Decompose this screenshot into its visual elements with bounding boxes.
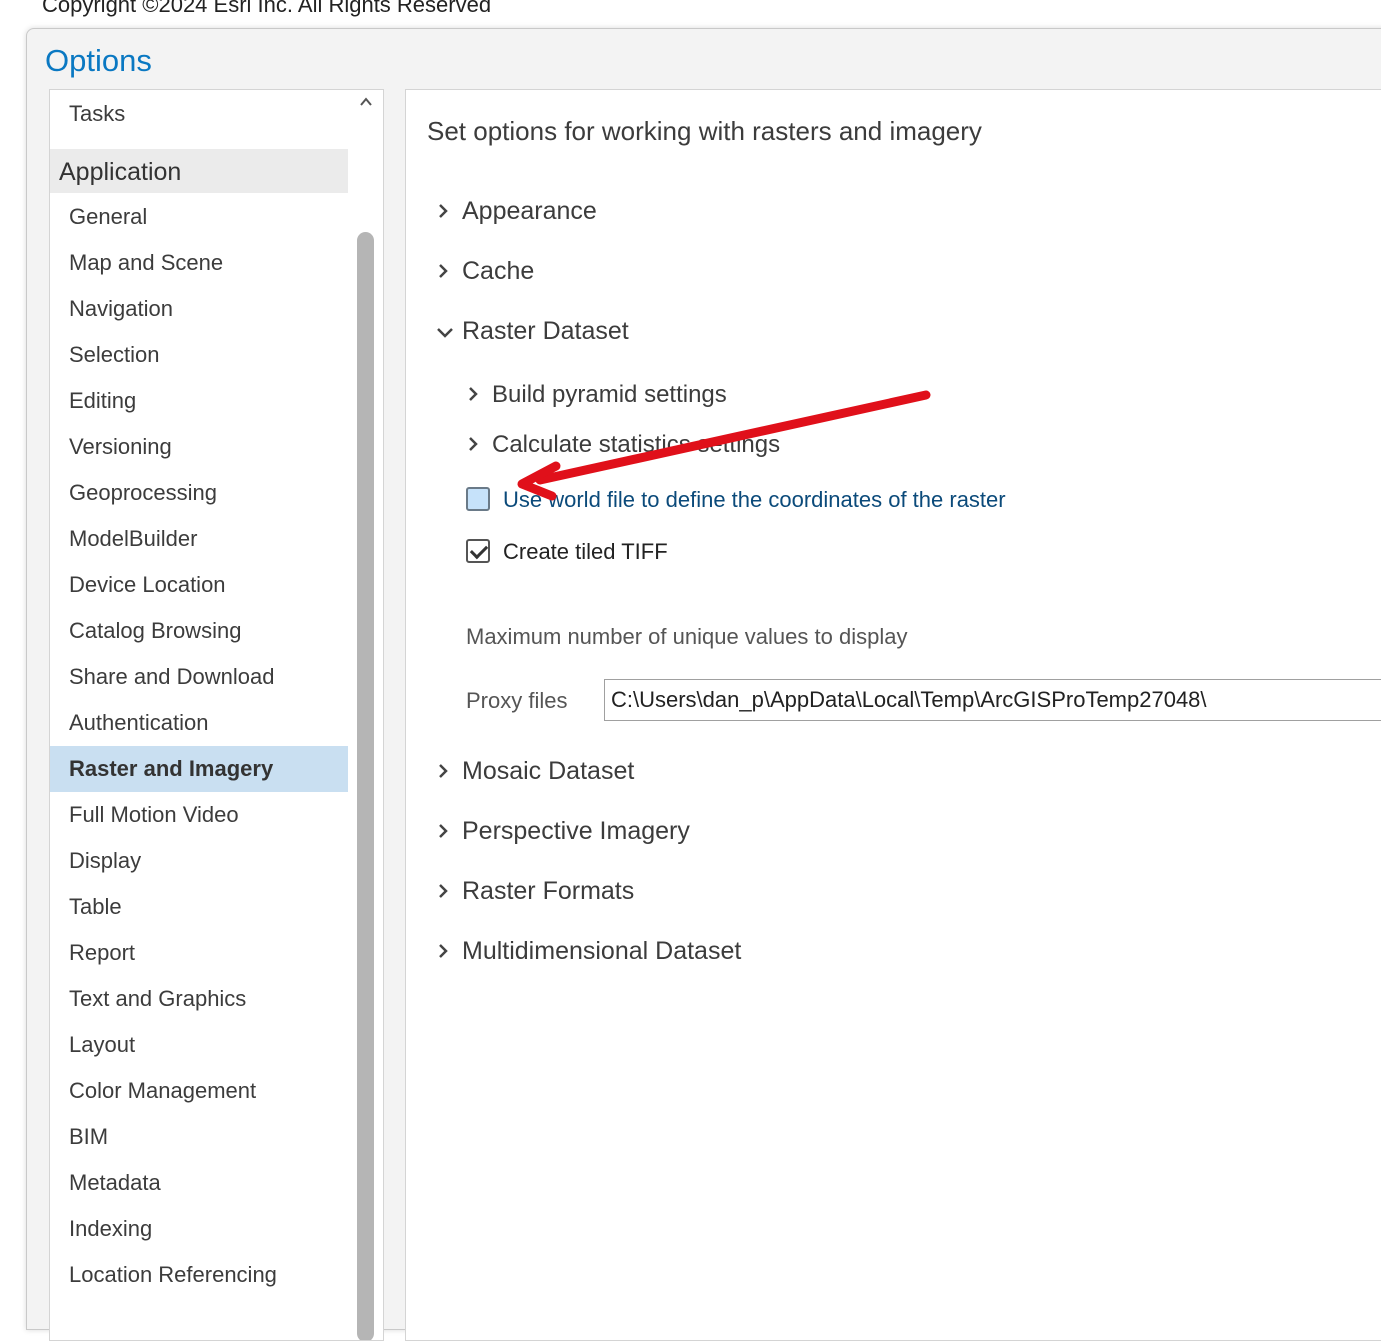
- sidebar-item-geoprocessing[interactable]: Geoprocessing: [50, 470, 348, 516]
- chevron-up-icon[interactable]: [356, 94, 376, 114]
- tiled-tiff-option[interactable]: Create tiled TIFF: [466, 537, 668, 567]
- section-raster-dataset[interactable]: Raster Dataset: [436, 314, 629, 348]
- tiled-tiff-checkbox[interactable]: [466, 539, 490, 564]
- options-sidebar: Tasks Application General Map and Scene …: [49, 89, 384, 1341]
- section-mosaic-dataset[interactable]: Mosaic Dataset: [436, 754, 634, 788]
- sidebar-item-selection[interactable]: Selection: [50, 332, 348, 378]
- max-unique-values-label: Maximum number of unique values to displ…: [466, 624, 908, 649]
- sidebar-item-table[interactable]: Table: [50, 884, 348, 930]
- sidebar-item-versioning[interactable]: Versioning: [50, 424, 348, 470]
- sidebar-item-display[interactable]: Display: [50, 838, 348, 884]
- section-appearance[interactable]: Appearance: [436, 194, 597, 228]
- section-label: Multidimensional Dataset: [462, 937, 742, 965]
- chevron-down-icon: [436, 316, 462, 350]
- subsection-label: Calculate statistics settings: [492, 431, 781, 458]
- copyright-text: Copyright ©2024 Esri Inc. All Rights Res…: [42, 0, 492, 17]
- proxy-files-input[interactable]: C:\Users\dan_p\AppData\Local\Temp\ArcGIS…: [604, 679, 1381, 721]
- sidebar-scrollbar[interactable]: [349, 90, 383, 1340]
- sidebar-item-raster-and-imagery[interactable]: Raster and Imagery: [50, 746, 348, 792]
- sidebar-item-navigation[interactable]: Navigation: [50, 286, 348, 332]
- chevron-right-icon: [436, 876, 462, 910]
- chevron-right-icon: [436, 196, 462, 230]
- section-multidimensional-dataset[interactable]: Multidimensional Dataset: [436, 934, 741, 968]
- chevron-right-icon: [466, 429, 492, 463]
- world-file-checkbox[interactable]: [466, 487, 490, 512]
- section-label: Raster Formats: [462, 877, 635, 905]
- sidebar-item-color-management[interactable]: Color Management: [50, 1068, 348, 1114]
- options-dialog: Options Tasks Application General Map an…: [26, 28, 1381, 1341]
- sidebar-item-general[interactable]: General: [50, 194, 348, 240]
- tiled-tiff-label: Create tiled TIFF: [503, 539, 668, 564]
- section-label: Appearance: [462, 197, 597, 225]
- sidebar-item-tasks[interactable]: Tasks: [50, 90, 348, 148]
- sidebar-item-modelbuilder[interactable]: ModelBuilder: [50, 516, 348, 562]
- section-label: Cache: [462, 257, 535, 285]
- sidebar-item-map-and-scene[interactable]: Map and Scene: [50, 240, 348, 286]
- section-label: Raster Dataset: [462, 317, 629, 345]
- sidebar-item-indexing[interactable]: Indexing: [50, 1206, 348, 1252]
- sidebar-item-metadata[interactable]: Metadata: [50, 1160, 348, 1206]
- page-title: Set options for working with rasters and…: [427, 116, 982, 146]
- sidebar-item-bim[interactable]: BIM: [50, 1114, 348, 1160]
- sidebar-item-location-referencing[interactable]: Location Referencing: [50, 1252, 348, 1298]
- dialog-title: Options: [45, 43, 152, 78]
- section-perspective-imagery[interactable]: Perspective Imagery: [436, 814, 690, 848]
- sidebar-item-device-location[interactable]: Device Location: [50, 562, 348, 608]
- subsection-calc-stats[interactable]: Calculate statistics settings: [466, 428, 780, 462]
- proxy-files-label: Proxy files: [466, 688, 568, 713]
- chevron-right-icon: [436, 816, 462, 850]
- subsection-build-pyramid[interactable]: Build pyramid settings: [466, 378, 727, 412]
- section-cache[interactable]: Cache: [436, 254, 534, 288]
- sidebar-list: General Map and Scene Navigation Selecti…: [50, 194, 348, 1298]
- world-file-option[interactable]: Use world file to define the coordinates…: [466, 485, 1006, 515]
- chevron-right-icon: [436, 936, 462, 970]
- scrollbar-thumb[interactable]: [357, 232, 374, 1340]
- sidebar-group-application: Application: [50, 149, 348, 193]
- sidebar-item-layout[interactable]: Layout: [50, 1022, 348, 1068]
- sidebar-item-editing[interactable]: Editing: [50, 378, 348, 424]
- sidebar-item-full-motion-video[interactable]: Full Motion Video: [50, 792, 348, 838]
- sidebar-item-share-and-download[interactable]: Share and Download: [50, 654, 348, 700]
- section-label: Perspective Imagery: [462, 817, 690, 845]
- subsection-label: Build pyramid settings: [492, 381, 727, 408]
- world-file-label: Use world file to define the coordinates…: [503, 487, 1006, 512]
- sidebar-item-authentication[interactable]: Authentication: [50, 700, 348, 746]
- main-panel: Set options for working with rasters and…: [405, 89, 1381, 1341]
- check-icon: [469, 540, 489, 560]
- chevron-right-icon: [466, 379, 492, 413]
- sidebar-item-catalog-browsing[interactable]: Catalog Browsing: [50, 608, 348, 654]
- sidebar-item-report[interactable]: Report: [50, 930, 348, 976]
- sidebar-item-text-and-graphics[interactable]: Text and Graphics: [50, 976, 348, 1022]
- chevron-right-icon: [436, 256, 462, 290]
- chevron-right-icon: [436, 756, 462, 790]
- section-raster-formats[interactable]: Raster Formats: [436, 874, 634, 908]
- section-label: Mosaic Dataset: [462, 757, 635, 785]
